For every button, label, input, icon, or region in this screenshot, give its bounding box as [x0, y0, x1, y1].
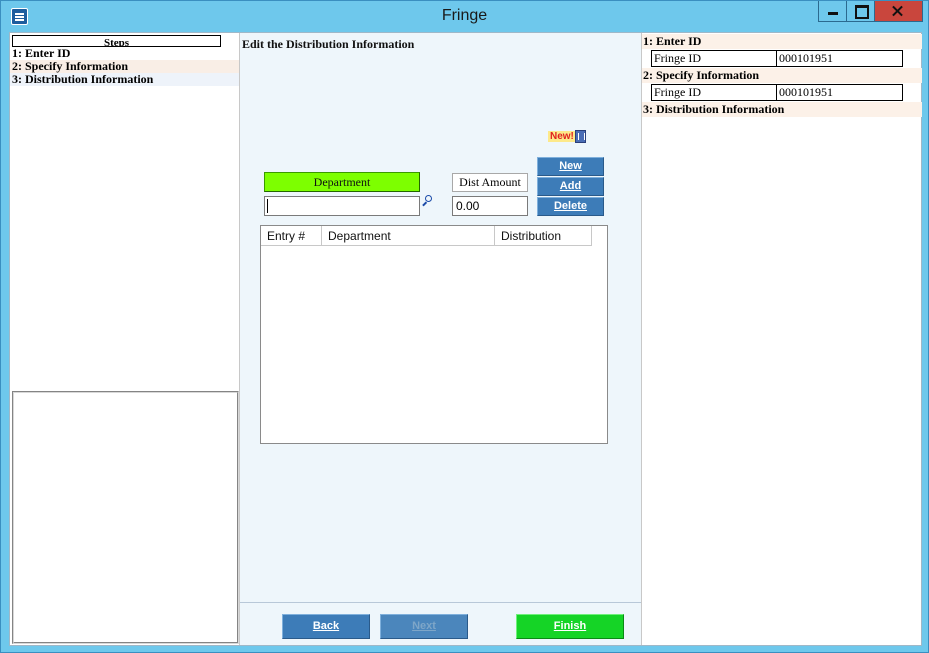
summary-value: 000101951 — [776, 50, 903, 67]
summary-panel: 1: Enter ID Fringe ID 000101951 2: Speci… — [641, 33, 922, 645]
summary-key: Fringe ID — [651, 50, 777, 67]
step-distribution-information[interactable]: 3: Distribution Information — [10, 73, 239, 86]
new-book-icon — [575, 130, 586, 143]
summary-row-fringe-id: Fringe ID 000101951 — [651, 84, 903, 101]
dist-amount-input[interactable]: 0.00 — [452, 196, 528, 216]
distribution-form: Edit the Distribution Information New! D… — [240, 33, 641, 645]
minimize-icon[interactable] — [819, 1, 847, 21]
department-input[interactable] — [264, 196, 420, 216]
summary-heading-distribution-information: 3: Distribution Information — [642, 102, 922, 117]
finish-button[interactable]: Finish — [516, 614, 624, 639]
title-bar[interactable]: Fringe — [1, 1, 928, 32]
window-title: Fringe — [441, 7, 488, 24]
summary-value: 000101951 — [776, 84, 903, 101]
back-button[interactable]: Back — [282, 614, 370, 639]
summary-heading-specify-information: 2: Specify Information — [642, 68, 922, 83]
wizard-nav-bar: Back Next Finish — [240, 602, 641, 645]
dist-amount-label: Dist Amount — [452, 173, 528, 192]
grid-header: Entry # Department Distribution — [261, 226, 607, 246]
new-badge-label: New! — [548, 131, 576, 142]
maximize-icon[interactable] — [847, 1, 875, 21]
close-icon[interactable] — [875, 1, 922, 21]
distribution-grid[interactable]: Entry # Department Distribution — [260, 225, 608, 444]
department-button[interactable]: Department — [264, 172, 420, 192]
next-button[interactable]: Next — [380, 614, 468, 639]
new-badge[interactable]: New! — [548, 129, 588, 146]
lookup-icon[interactable] — [421, 195, 433, 207]
column-header-distribution[interactable]: Distribution — [495, 226, 592, 246]
delete-button[interactable]: Delete — [537, 197, 604, 216]
summary-key: Fringe ID — [651, 84, 777, 101]
steps-panel: Steps 1: Enter ID 2: Specify Information… — [10, 33, 240, 645]
application-window: Fringe Steps 1: Enter ID 2: Specify Info… — [0, 0, 929, 653]
text-caret — [267, 199, 268, 213]
column-header-entry[interactable]: Entry # — [261, 226, 322, 246]
add-button[interactable]: Add — [537, 177, 604, 196]
wizard-client-area: Steps 1: Enter ID 2: Specify Information… — [9, 32, 922, 646]
page-title: Edit the Distribution Information — [242, 37, 415, 51]
summary-row-fringe-id: Fringe ID 000101951 — [651, 50, 903, 67]
step-detail-box — [12, 391, 239, 644]
summary-heading-enter-id: 1: Enter ID — [642, 34, 922, 49]
column-header-department[interactable]: Department — [322, 226, 495, 246]
new-button[interactable]: New — [537, 157, 604, 176]
window-controls — [818, 1, 923, 22]
